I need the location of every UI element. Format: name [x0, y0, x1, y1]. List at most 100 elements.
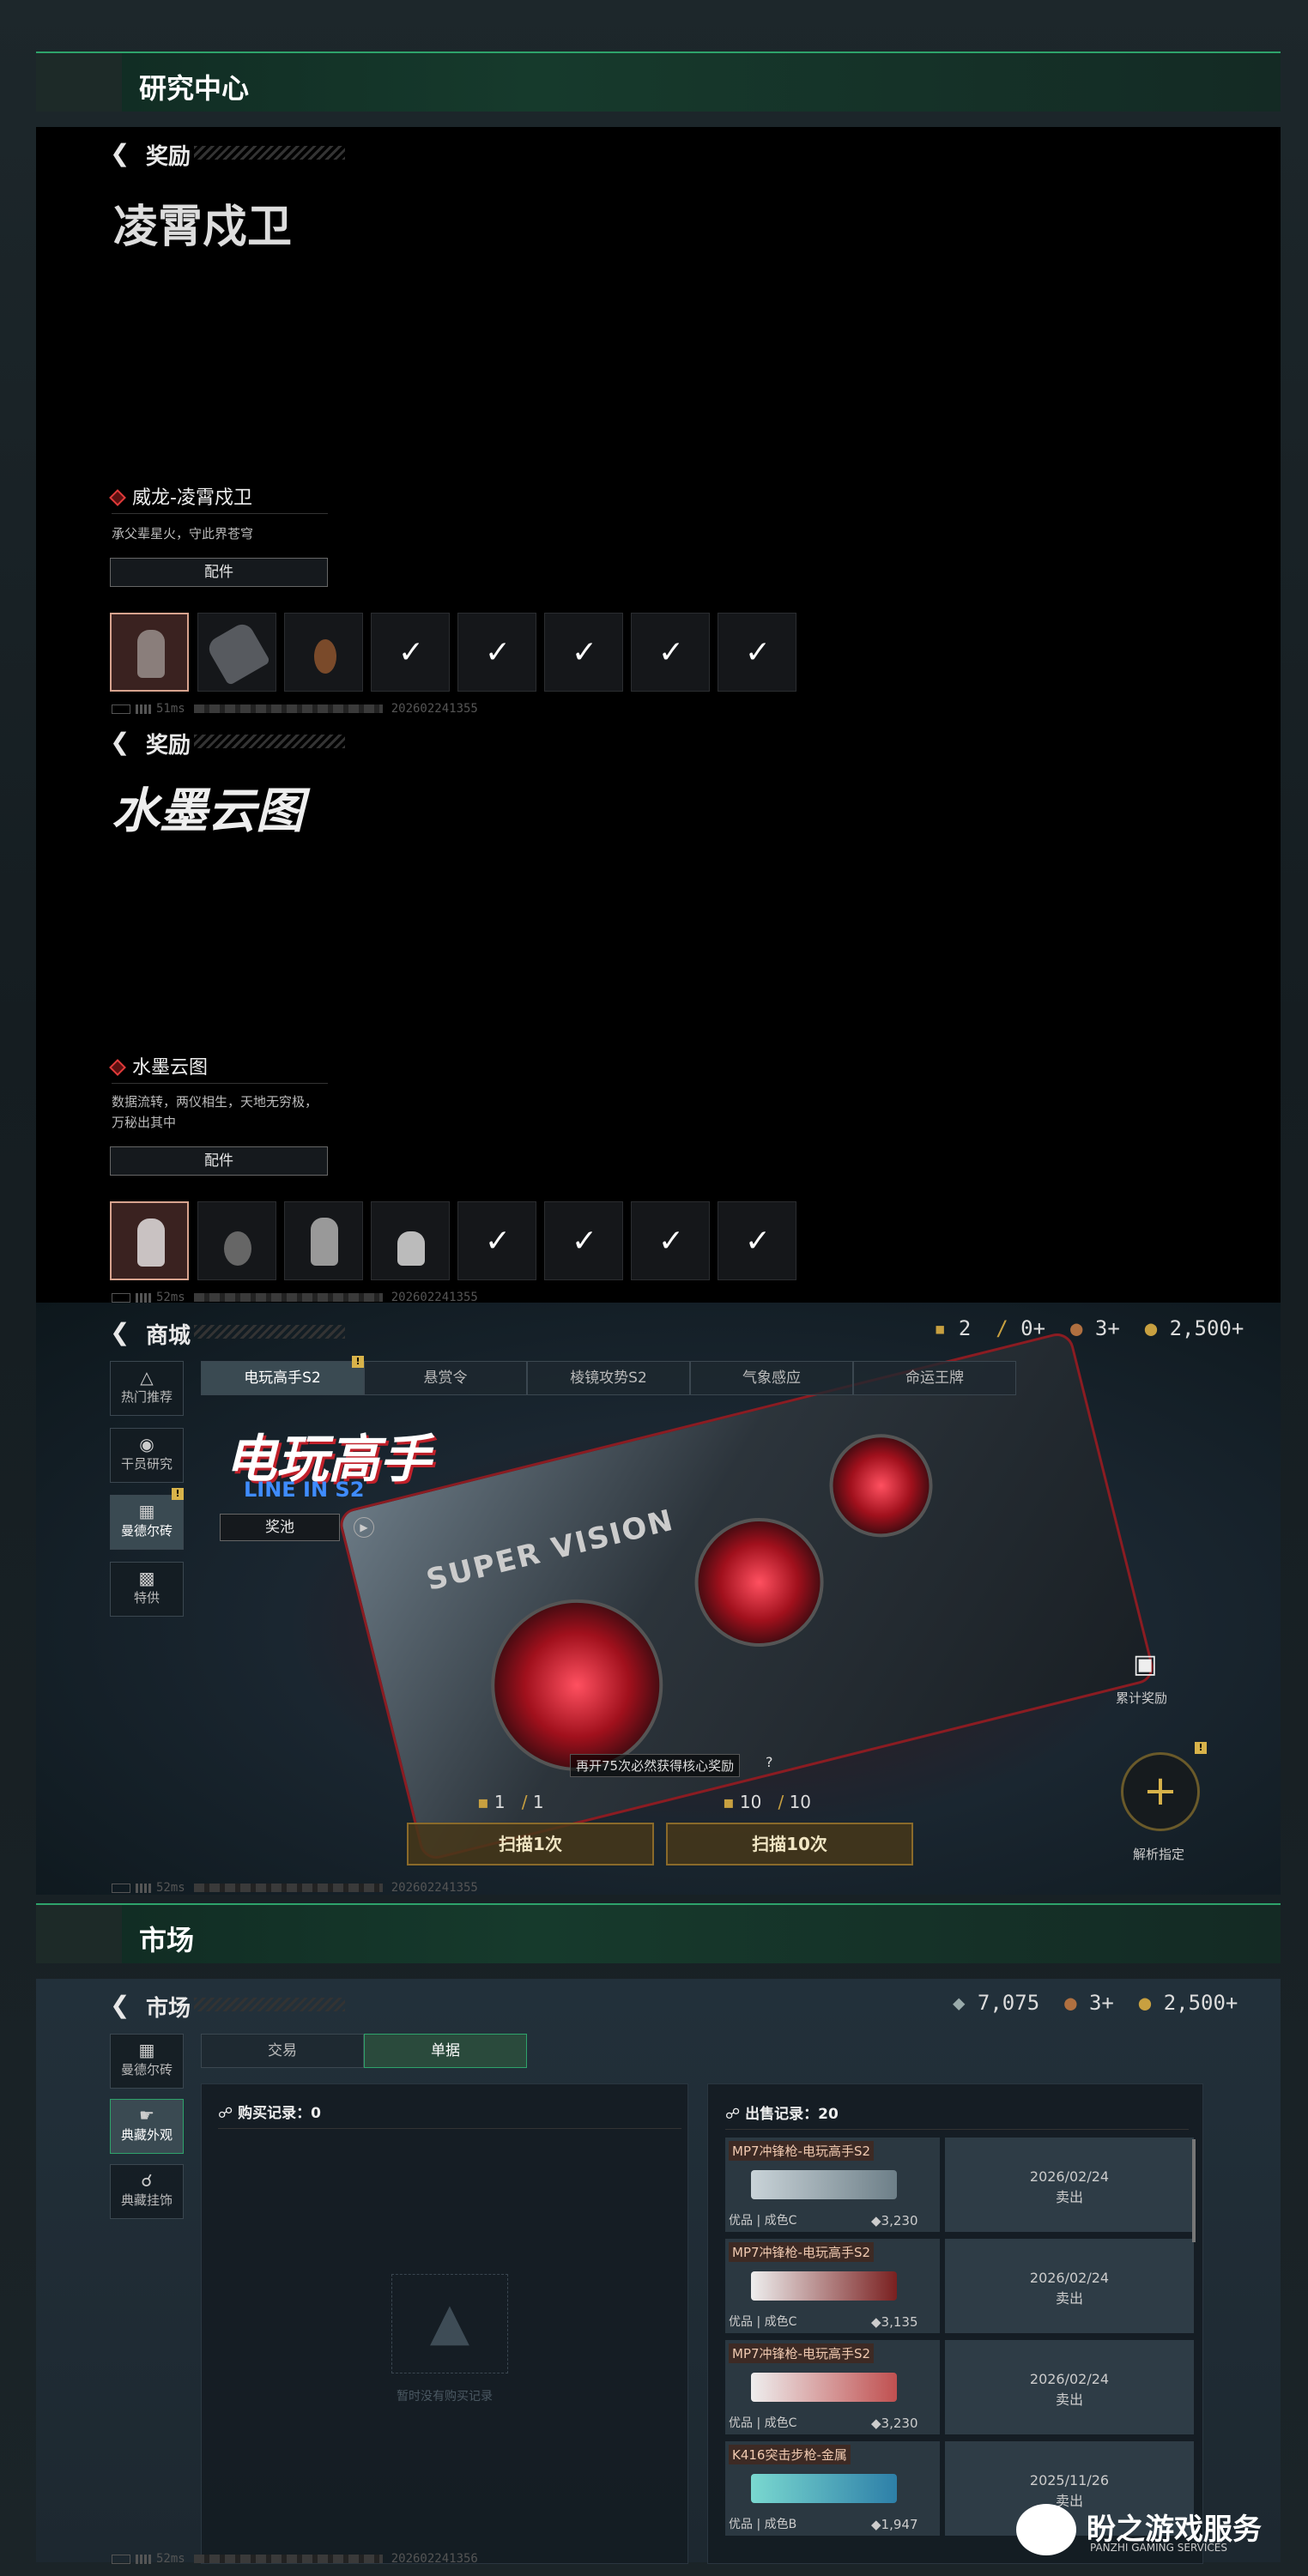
sell-item-price: ◆3,230 [871, 2213, 918, 2228]
back-arrow-icon[interactable]: ❮ [110, 1318, 130, 1346]
tab-receipts[interactable]: 单据 [364, 2034, 527, 2068]
brick-currency-icon: ▪ [934, 1316, 947, 1340]
tab-game-master[interactable]: 电玩高手S2 [201, 1361, 364, 1395]
cash-currency-icon: ◆ [953, 1991, 966, 2015]
coin-currency-icon: ● [1069, 1316, 1083, 1340]
latency-text: 52ms [156, 1881, 185, 1895]
weapon-image [751, 2474, 897, 2503]
reward-thumb[interactable]: ✓ [718, 1201, 796, 1280]
reward-thumb[interactable]: ✓ [457, 1201, 536, 1280]
help-icon[interactable]: ? [766, 1754, 773, 1770]
tab-prism[interactable]: 棱镜攻势S2 [527, 1361, 690, 1395]
reward-item-name-text: 威龙-凌霄戍卫 [132, 487, 252, 509]
sidebar-label: 典藏挂饰 [120, 2192, 173, 2208]
analyze-label: 解析指定 [1133, 1847, 1185, 1862]
brick-icon: ▦ [138, 2040, 155, 2060]
add-analyze-button[interactable]: + [1121, 1752, 1200, 1831]
sell-record-row[interactable]: MP7冲锋枪-电玩高手S2 优品 | 成色C ◆3,135 2026/02/24… [725, 2239, 1194, 2333]
check-icon: ✓ [744, 635, 772, 670]
accessory-tag-button[interactable]: 配件 [110, 1146, 328, 1176]
gift-icon[interactable]: ▣ [1133, 1649, 1157, 1679]
weapon-image [751, 2271, 897, 2301]
section-header-research: 研究中心 [36, 51, 1281, 112]
back-arrow-icon[interactable]: ❮ [110, 728, 130, 756]
sell-item-quality: 优品 | 成色C [729, 2214, 797, 2228]
sell-record-row[interactable]: MP7冲锋枪-电玩高手S2 优品 | 成色C ◆3,230 2026/02/24… [725, 2340, 1194, 2434]
reward-thumb[interactable] [110, 613, 189, 692]
empty-records-text: 暂时没有购买记录 [397, 2390, 493, 2404]
reward-thumb[interactable]: ✓ [544, 1201, 623, 1280]
sell-record-row[interactable]: MP7冲锋枪-电玩高手S2 优品 | 成色C ◆3,230 2026/02/24… [725, 2138, 1194, 2232]
sidebar-item-hot[interactable]: △ 热门推荐 [110, 1361, 184, 1416]
sidebar-item-operator[interactable]: ◉ 干员研究 [110, 1428, 184, 1483]
sidebar-item-skin[interactable]: ☛ 典藏外观 [110, 2099, 184, 2154]
sidebar-label: 曼德尔砖 [120, 2062, 173, 2077]
sell-state: 卖出 [1055, 2392, 1083, 2408]
redacted-block [193, 1884, 383, 1892]
reward-thumb[interactable]: ✓ [544, 613, 623, 692]
sell-date: 2025/11/26 [1029, 2472, 1110, 2488]
character-figure [311, 1218, 338, 1266]
shop-title: 商城 [146, 1323, 191, 1349]
cart-icon: ☍ [218, 2105, 233, 2122]
sell-item-price: ◆3,135 [871, 2314, 918, 2330]
sell-item-name: K416突击步枪-金属 [729, 2445, 851, 2464]
sidebar-item-charm[interactable]: ☌ 典藏挂饰 [110, 2164, 184, 2219]
cumulative-reward-label[interactable]: 累计奖励 [1116, 1689, 1167, 1707]
notice-badge: ! [172, 1488, 184, 1500]
check-icon: ✓ [657, 1224, 685, 1259]
reward-item-name: 威龙-凌霄戍卫 [109, 482, 252, 510]
scan10-cost: ▪ 10 / 10 [723, 1792, 811, 1812]
notice-badge: ! [352, 1356, 364, 1368]
sidebar-item-special[interactable]: ▩ 特供 [110, 1562, 184, 1617]
reward-thumb[interactable] [110, 1201, 189, 1280]
status-id: 202602241355 [391, 1881, 478, 1895]
reward-logo: 水墨云图 [112, 783, 304, 839]
sell-records-count: 出售记录：20 [745, 2106, 839, 2123]
scan-once-button[interactable]: 扫描1次 [407, 1823, 654, 1865]
sell-item-name: MP7冲锋枪-电玩高手S2 [729, 2242, 875, 2262]
tab-bounty[interactable]: 悬赏令 [364, 1361, 527, 1395]
reward-thumb[interactable]: ✓ [718, 613, 796, 692]
reward-thumb[interactable]: ✓ [371, 613, 450, 692]
prize-pool-button[interactable]: 奖池 [220, 1514, 340, 1541]
reward-item-name-text: 水墨云图 [132, 1057, 209, 1079]
flame-icon: △ [140, 1367, 154, 1388]
key-currency-icon: / [778, 1792, 784, 1812]
reward-subtitle: 奖励 [146, 144, 191, 170]
sell-record-info: 2026/02/24 卖出 [945, 2138, 1194, 2232]
reward-thumb[interactable] [197, 613, 276, 692]
scan-ten-button[interactable]: 扫描10次 [666, 1823, 913, 1865]
rarity-diamond-icon [109, 1059, 126, 1076]
back-arrow-icon[interactable]: ❮ [110, 1991, 130, 2019]
sidebar-item-brick[interactable]: ▦ 曼德尔砖 [110, 1495, 184, 1550]
check-icon: ✓ [571, 635, 598, 670]
check-icon: ✓ [744, 1224, 772, 1259]
back-arrow-icon[interactable]: ❮ [110, 139, 130, 167]
cost-value: 10 [789, 1792, 812, 1812]
desc-line: 数据流转，两仪相生，天地无穷极， [112, 1094, 318, 1110]
charm-icon: ☌ [141, 2170, 153, 2191]
reward-subtitle: 奖励 [146, 733, 191, 759]
tab-fate[interactable]: 命运王牌 [853, 1361, 1016, 1395]
sidebar-item-brick[interactable]: ▦ 曼德尔砖 [110, 2034, 184, 2089]
reward-thumb[interactable] [371, 1201, 450, 1280]
sell-list: MP7冲锋枪-电玩高手S2 优品 | 成色C ◆3,230 2026/02/24… [725, 2138, 1202, 2563]
header-accent [36, 1905, 122, 1963]
reward-thumb[interactable]: ✓ [457, 613, 536, 692]
weapon-image [751, 2373, 897, 2402]
reward-thumb[interactable] [284, 1201, 363, 1280]
accessory-tag-button[interactable]: 配件 [110, 558, 328, 587]
status-bar: 51ms 202602241355 [112, 702, 478, 716]
tab-weather[interactable]: 气象感应 [690, 1361, 853, 1395]
sell-item-quality: 优品 | 成色C [729, 2315, 797, 2329]
sell-record-info: 2026/02/24 卖出 [945, 2239, 1194, 2333]
reward-thumb[interactable]: ✓ [631, 613, 710, 692]
tab-trade[interactable]: 交易 [201, 2034, 364, 2068]
reward-thumb[interactable] [284, 613, 363, 692]
play-icon[interactable]: ▶ [354, 1517, 374, 1538]
reward-thumb[interactable] [197, 1201, 276, 1280]
reward-thumb[interactable]: ✓ [631, 1201, 710, 1280]
battery-icon [112, 1292, 130, 1303]
scrollbar[interactable] [1192, 2139, 1196, 2242]
